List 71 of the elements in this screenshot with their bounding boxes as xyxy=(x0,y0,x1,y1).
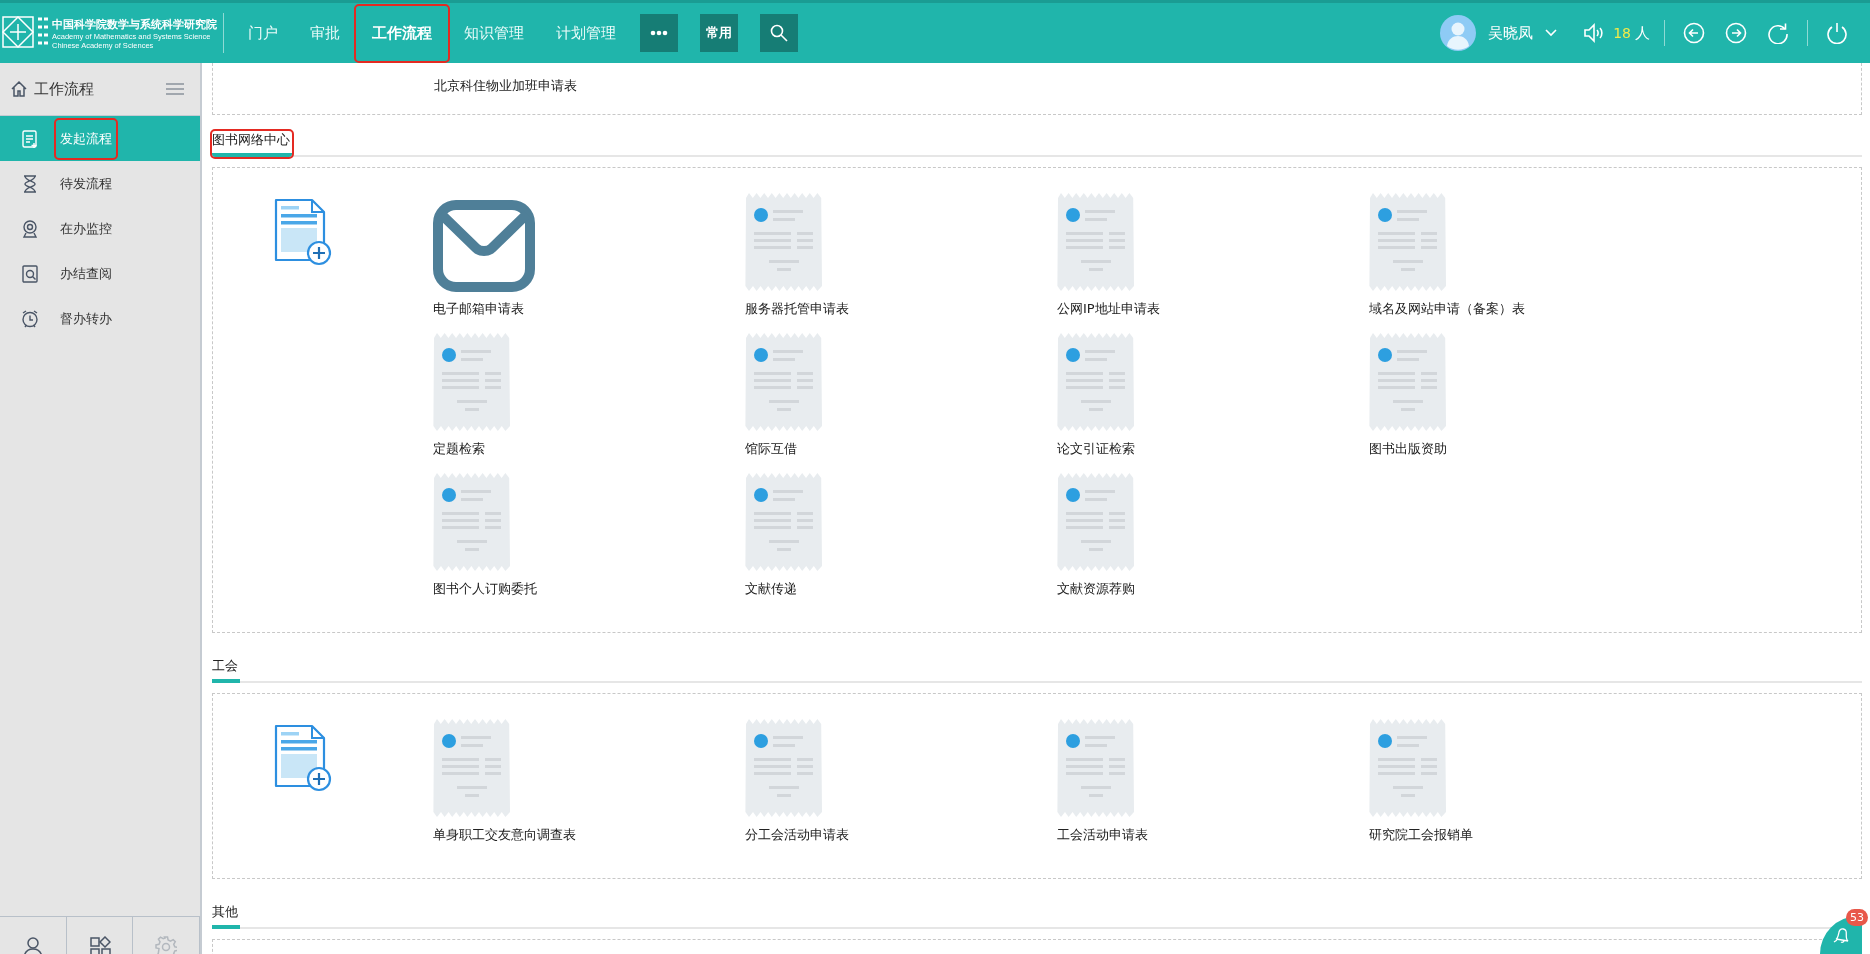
more-button[interactable] xyxy=(640,14,678,52)
form-document-icon[interactable] xyxy=(433,332,511,432)
form-document-icon[interactable] xyxy=(433,718,511,818)
form-label[interactable]: 图书个人订购委托 xyxy=(433,580,537,598)
section-tab[interactable]: 工会 xyxy=(212,657,240,683)
form-document-icon[interactable] xyxy=(1057,718,1135,818)
document-search-icon xyxy=(20,263,40,284)
search-button[interactable] xyxy=(760,14,798,52)
form-label[interactable]: 工会活动申请表 xyxy=(1057,826,1148,844)
form-document-icon[interactable] xyxy=(745,192,823,292)
favorites-button[interactable]: 常用 xyxy=(700,14,738,52)
document-plus-icon xyxy=(20,128,40,149)
form-label[interactable]: 北京科住物业加班申请表 xyxy=(434,77,577,95)
envelope-icon[interactable] xyxy=(433,200,535,292)
sidebar-item[interactable]: 在办监控 xyxy=(0,206,200,251)
form-label[interactable]: 电子邮箱申请表 xyxy=(433,300,524,318)
notification-count-badge: 53 xyxy=(1846,909,1868,926)
more-icon xyxy=(650,30,668,36)
form-label[interactable]: 文献传递 xyxy=(745,580,797,598)
sidebar-item-label: 在办监控 xyxy=(59,219,113,238)
form-label[interactable]: 公网IP地址申请表 xyxy=(1057,300,1160,318)
bell-icon xyxy=(1831,925,1851,945)
sidebar-item-label: 办结查阅 xyxy=(59,264,113,283)
institute-name: 中国科学院数学与系统科学研究院 xyxy=(52,16,217,32)
form-label[interactable]: 馆际互借 xyxy=(745,440,797,458)
new-document-icon[interactable] xyxy=(274,198,332,266)
form-label[interactable]: 论文引证检索 xyxy=(1057,440,1135,458)
form-label[interactable]: 域名及网站申请（备案）表 xyxy=(1369,300,1525,318)
alarm-clock-icon xyxy=(20,308,40,329)
caret-down-icon[interactable] xyxy=(1545,29,1558,37)
form-document-icon[interactable] xyxy=(745,332,823,432)
sidebar-title: 工作流程 xyxy=(34,79,95,99)
home-icon[interactable] xyxy=(10,80,28,98)
form-label[interactable]: 单身职工交友意向调查表 xyxy=(433,826,576,844)
sidebar-item[interactable]: 督办转办 xyxy=(0,296,200,341)
avatar-icon[interactable] xyxy=(1440,15,1477,51)
forward-icon[interactable] xyxy=(1725,22,1747,44)
form-document-icon[interactable] xyxy=(1057,472,1135,572)
form-document-icon[interactable] xyxy=(745,472,823,572)
refresh-icon[interactable] xyxy=(1767,22,1789,44)
form-document-icon[interactable] xyxy=(1369,332,1447,432)
new-document-icon[interactable] xyxy=(274,724,332,792)
form-label[interactable]: 研究院工会报销单 xyxy=(1369,826,1473,844)
section-tab[interactable]: 其他 xyxy=(212,903,240,929)
sidebar-item[interactable]: 待发流程 xyxy=(0,161,200,206)
user-icon[interactable] xyxy=(21,936,44,954)
form-document-icon[interactable] xyxy=(1369,192,1447,292)
power-icon[interactable] xyxy=(1826,22,1848,44)
section-tab[interactable]: 图书网络中心 xyxy=(212,131,292,157)
form-label[interactable]: 定题检索 xyxy=(433,440,485,458)
form-label[interactable]: 文献资源荐购 xyxy=(1057,580,1135,598)
apps-icon[interactable] xyxy=(88,936,111,954)
form-label[interactable]: 服务器托管申请表 xyxy=(745,300,849,318)
sidebar-item[interactable]: 办结查阅 xyxy=(0,251,200,296)
form-document-icon[interactable] xyxy=(1057,192,1135,292)
form-document-icon[interactable] xyxy=(433,472,511,572)
online-count: 18 xyxy=(1613,25,1631,41)
sidebar-item-label: 督办转办 xyxy=(59,309,113,328)
sidebar-item-label: 发起流程 xyxy=(56,119,116,158)
menu-icon[interactable] xyxy=(166,83,184,95)
search-icon xyxy=(770,24,788,42)
back-icon[interactable] xyxy=(1683,22,1705,44)
form-document-icon[interactable] xyxy=(1057,332,1135,432)
form-label[interactable]: 分工会活动申请表 xyxy=(745,826,849,844)
webcam-icon xyxy=(20,218,40,239)
sidebar-item-label: 待发流程 xyxy=(59,174,113,193)
form-document-icon[interactable] xyxy=(745,718,823,818)
form-label[interactable]: 图书出版资助 xyxy=(1369,440,1447,458)
online-unit: 人 xyxy=(1635,23,1650,43)
form-document-icon[interactable] xyxy=(1369,718,1447,818)
speaker-icon[interactable] xyxy=(1583,23,1606,43)
